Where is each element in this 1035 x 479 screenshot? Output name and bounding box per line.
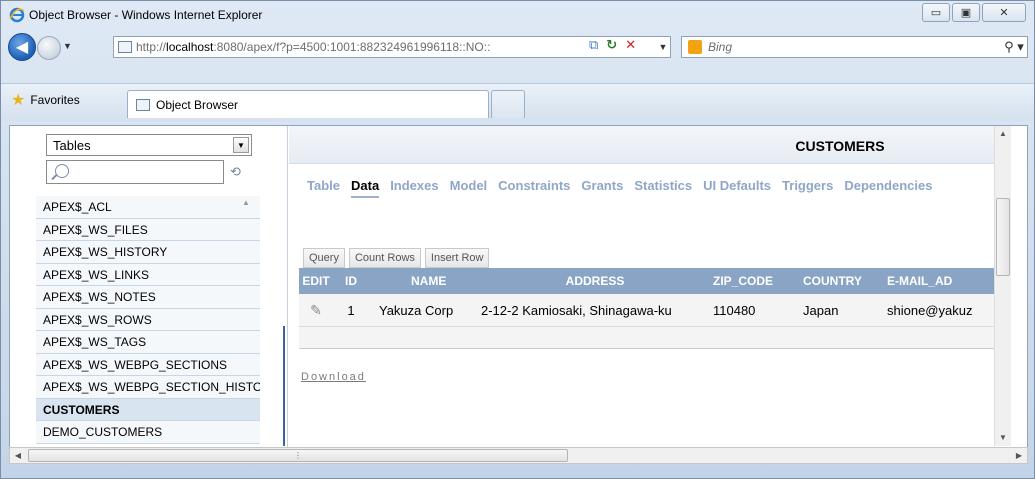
count-rows-button[interactable]: Count Rows bbox=[348, 248, 421, 268]
maximize-icon: ▣ bbox=[960, 7, 972, 19]
refresh-list-icon[interactable]: ⟲ bbox=[230, 164, 246, 180]
object-type-value: Tables bbox=[53, 137, 91, 153]
object-list-item[interactable]: APEX$_WS_WEBPG_SECTION_HISTORY bbox=[36, 376, 260, 399]
cell-name: Yakuza Corp bbox=[379, 302, 454, 318]
chevron-down-icon[interactable]: ▼ bbox=[233, 137, 249, 153]
tab-table[interactable]: Table bbox=[307, 178, 340, 198]
favorites-button[interactable]: ★ Favorites bbox=[11, 88, 80, 112]
minimize-button[interactable]: ▭ bbox=[922, 3, 950, 22]
minimize-icon: ▭ bbox=[930, 7, 942, 19]
scroll-thumb[interactable] bbox=[996, 198, 1010, 276]
scroll-down-icon[interactable]: ▼ bbox=[995, 430, 1011, 446]
object-list-item[interactable]: APEX$_WS_LINKS bbox=[36, 263, 260, 286]
tab-grants[interactable]: Grants bbox=[581, 178, 623, 198]
column-header[interactable]: ID bbox=[333, 274, 369, 288]
window-controls: ▭ ▣ ✕ bbox=[922, 3, 1026, 22]
tab-ui-defaults[interactable]: UI Defaults bbox=[703, 178, 771, 198]
object-list-item[interactable]: APEX$_WS_ROWS bbox=[36, 308, 260, 331]
tab-indexes[interactable]: Indexes bbox=[390, 178, 438, 198]
favorites-label: Favorites bbox=[30, 93, 80, 107]
data-grid: EDIT ID NAME ADDRESS ZIP_CODE COUNTRY E-MAIL_A… bbox=[299, 268, 1011, 349]
object-type-select[interactable]: Tables ▼ bbox=[46, 134, 252, 156]
tab-statistics[interactable]: Statistics bbox=[634, 178, 692, 198]
column-header[interactable]: ZIP_CODE bbox=[709, 274, 795, 288]
search-input[interactable]: Bing bbox=[708, 40, 1001, 54]
object-list-item[interactable]: APEX$_ACL bbox=[36, 196, 260, 219]
grid-footer bbox=[299, 327, 1011, 349]
scroll-up-icon[interactable]: ▲ bbox=[995, 126, 1011, 142]
horizontal-scrollbar[interactable]: ◀ ⋮ ▶ bbox=[9, 447, 1028, 464]
scroll-thumb[interactable]: ⋮ bbox=[28, 449, 568, 462]
object-tabs: Table Data Indexes Model Constraints Grants St… bbox=[307, 178, 943, 198]
address-tools: ⧉ ↻ ✕ bbox=[589, 37, 636, 53]
scroll-up-icon[interactable]: ▲ bbox=[242, 198, 258, 207]
object-list-item[interactable]: APEX$_WS_FILES bbox=[36, 218, 260, 241]
compatibility-view-icon[interactable]: ⧉ bbox=[589, 37, 598, 53]
search-icon bbox=[55, 164, 69, 178]
refresh-icon[interactable]: ↻ bbox=[606, 37, 617, 53]
object-search-input[interactable] bbox=[46, 160, 224, 184]
object-list-panel: Tables ▼ ⟲ APEX$_ACL APEX$_WS_FILES APEX$_… bbox=[10, 126, 288, 460]
data-actions: Query Count Rows Insert Row bbox=[303, 248, 490, 268]
cell-email: shione@yakuz bbox=[887, 302, 973, 318]
vertical-scrollbar[interactable]: ▲ ▼ bbox=[994, 126, 1011, 446]
download-link[interactable]: Download bbox=[301, 371, 366, 383]
object-list-item[interactable]: CUSTOMERS bbox=[36, 398, 260, 421]
panel-splitter[interactable] bbox=[283, 326, 287, 446]
column-header[interactable]: EDIT bbox=[299, 274, 333, 288]
object-list: APEX$_ACL APEX$_WS_FILES APEX$_WS_HISTORY A… bbox=[36, 196, 260, 460]
maximize-button[interactable]: ▣ bbox=[952, 3, 980, 22]
scroll-right-icon[interactable]: ▶ bbox=[1011, 448, 1027, 463]
tab-label: Object Browser bbox=[156, 97, 239, 112]
object-list-item[interactable]: DEMO_CUSTOMERS bbox=[36, 421, 260, 444]
column-header[interactable]: COUNTRY bbox=[795, 274, 881, 288]
column-header[interactable]: NAME bbox=[369, 274, 475, 288]
close-icon: ✕ bbox=[999, 7, 1009, 19]
grid-header: EDIT ID NAME ADDRESS ZIP_CODE COUNTRY E-MAIL_A… bbox=[299, 268, 1011, 294]
tab-constraints[interactable]: Constraints bbox=[498, 178, 570, 198]
browser-window: Object Browser - Windows Internet Explor… bbox=[0, 0, 1035, 479]
window-title: Object Browser - Windows Internet Explor… bbox=[29, 8, 263, 22]
scroll-left-icon[interactable]: ◀ bbox=[10, 448, 26, 463]
cell-address: 2-12-2 Kamiosaki, Shinagawa-ku bbox=[481, 302, 672, 318]
query-button[interactable]: Query bbox=[303, 248, 345, 268]
edit-cell[interactable]: ✎ bbox=[299, 302, 333, 318]
object-list-item[interactable]: APEX$_WS_TAGS bbox=[36, 331, 260, 354]
object-list-item[interactable]: APEX$_WS_NOTES bbox=[36, 286, 260, 309]
pencil-icon[interactable]: ✎ bbox=[308, 302, 324, 318]
new-tab-button[interactable] bbox=[491, 90, 525, 118]
object-header: CUSTOMERS bbox=[289, 126, 1011, 164]
address-tools-row: ⧉ ↻ ✕ Bing ⚲ ▾ bbox=[1, 29, 1034, 63]
object-list-item[interactable]: APEX$_WS_HISTORY bbox=[36, 241, 260, 264]
cell-country: Japan bbox=[803, 302, 839, 318]
bing-logo-icon bbox=[688, 40, 702, 54]
close-button[interactable]: ✕ bbox=[982, 3, 1026, 22]
search-box[interactable]: Bing ⚲ ▾ bbox=[681, 36, 1028, 58]
magnifier-icon[interactable]: ⚲ ▾ bbox=[1001, 39, 1027, 55]
tab-triggers[interactable]: Triggers bbox=[782, 178, 833, 198]
cell-zip-code: 110480 bbox=[713, 302, 756, 318]
tab-model[interactable]: Model bbox=[450, 178, 488, 198]
grid-body: ✎ 1 Yakuza Corp 2-12-2 Kamiosaki, Shinagawa… bbox=[299, 294, 1011, 327]
column-header[interactable]: E-MAIL_AD bbox=[881, 274, 991, 288]
ie-logo-icon bbox=[9, 7, 25, 23]
tab-dependencies[interactable]: Dependencies bbox=[844, 178, 932, 198]
object-detail-panel: CUSTOMERS Table Data Indexes Model Constrain… bbox=[289, 126, 1011, 460]
title-bar: Object Browser - Windows Internet Explor… bbox=[1, 1, 1034, 29]
page-content: Tables ▼ ⟲ APEX$_ACL APEX$_WS_FILES APEX$_… bbox=[9, 125, 1028, 461]
tab-data[interactable]: Data bbox=[351, 178, 380, 198]
cell-id: 1 bbox=[347, 302, 355, 318]
page-icon bbox=[136, 98, 150, 111]
table-row: ✎ 1 Yakuza Corp 2-12-2 Kamiosaki, Shinagawa… bbox=[299, 294, 1011, 327]
object-list-item[interactable]: APEX$_WS_WEBPG_SECTIONS bbox=[36, 353, 260, 376]
object-title: CUSTOMERS bbox=[795, 138, 885, 154]
column-header[interactable]: ADDRESS bbox=[475, 274, 709, 288]
tab-object-browser[interactable]: Object Browser bbox=[127, 90, 489, 118]
favorites-bar: ★ Favorites Object Browser bbox=[1, 83, 1034, 121]
stop-icon[interactable]: ✕ bbox=[625, 37, 636, 53]
insert-row-button[interactable]: Insert Row bbox=[424, 248, 490, 268]
star-icon: ★ bbox=[11, 92, 26, 109]
